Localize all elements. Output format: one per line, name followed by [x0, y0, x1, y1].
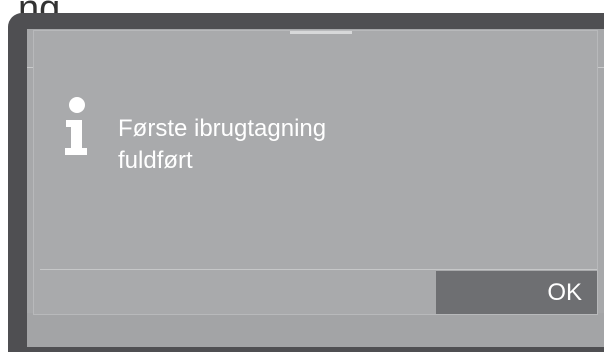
info-icon	[65, 97, 87, 155]
device-screen: Første ibrugtagning fuldført OK	[27, 29, 604, 347]
dialog-divider	[40, 269, 597, 270]
left-edge-tick	[27, 67, 34, 68]
dialog-message: Første ibrugtagning fuldført	[118, 115, 327, 174]
right-edge-tick	[597, 67, 604, 68]
ok-button[interactable]: OK	[436, 271, 597, 314]
dialog-top-handle	[290, 31, 352, 34]
screen-bottom-band	[27, 313, 604, 347]
info-dialog: Første ibrugtagning fuldført OK	[33, 30, 598, 315]
